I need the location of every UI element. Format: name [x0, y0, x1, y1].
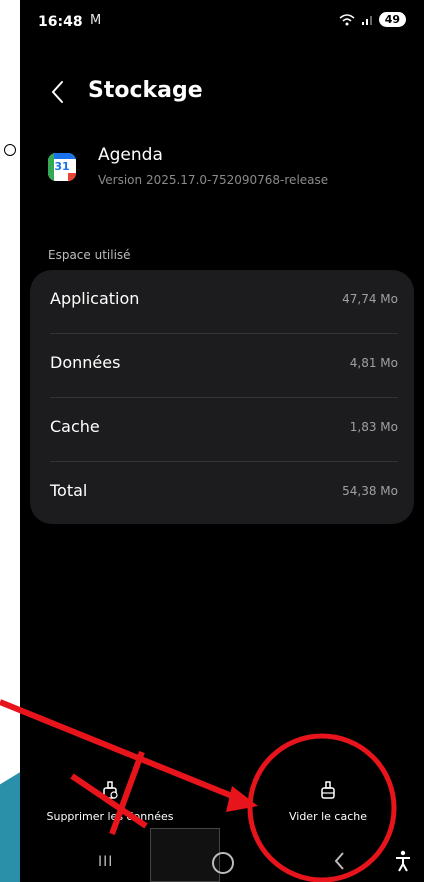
home-icon[interactable] [212, 852, 234, 874]
storage-row-cache: Cache 1,83 Mo [50, 398, 398, 462]
wifi-icon [339, 13, 355, 25]
app-info: 31 Agenda Version 2025.17.0-752090768-re… [48, 145, 408, 205]
status-icons: 49 [339, 12, 406, 27]
page-header: Stockage [20, 70, 424, 120]
row-value: 4,81 Mo [349, 356, 398, 370]
row-label: Données [50, 353, 121, 372]
app-version: Version 2025.17.0-752090768-release [98, 173, 329, 187]
storage-row-application: Application 47,74 Mo [50, 270, 398, 334]
calendar-app-icon: 31 [48, 153, 76, 181]
storage-row-donnees: Données 4,81 Mo [50, 334, 398, 398]
storage-card: Application 47,74 Mo Données 4,81 Mo Cac… [30, 270, 414, 524]
clear-cache-label: Vider le cache [288, 810, 367, 823]
row-value: 54,38 Mo [342, 484, 398, 498]
row-value: 1,83 Mo [349, 420, 398, 434]
nav-back-icon[interactable] [332, 850, 346, 872]
gmail-icon: M [90, 13, 102, 28]
storage-section-label: Espace utilisé [48, 248, 131, 262]
back-icon[interactable] [50, 80, 64, 104]
status-time: 16:48 [38, 14, 83, 30]
row-label: Cache [50, 417, 100, 436]
signal-icon [361, 15, 372, 25]
navigation-bar: III [20, 842, 424, 882]
app-name: Agenda [98, 145, 163, 165]
clear-cache-icon [321, 781, 335, 799]
page-title: Stockage [88, 78, 203, 103]
phone-screen: 16:48 M 49 Stockage 31 Agenda Version 20… [20, 0, 424, 882]
row-label: Total [50, 481, 88, 500]
accessibility-icon[interactable] [394, 850, 412, 872]
row-value: 47,74 Mo [342, 292, 398, 306]
storage-row-total: Total 54,38 Mo [50, 462, 398, 526]
clear-data-icon [103, 781, 118, 799]
status-bar: 16:48 M 49 [20, 0, 424, 44]
clear-cache-button[interactable]: Vider le cache [248, 780, 408, 840]
clear-data-label: Supprimer les données [46, 810, 174, 823]
recents-icon[interactable]: III [98, 854, 113, 870]
outer-circle-mark [4, 144, 16, 156]
row-label: Application [50, 289, 140, 308]
battery-indicator: 49 [378, 12, 406, 27]
calendar-day-number: 31 [54, 160, 70, 173]
